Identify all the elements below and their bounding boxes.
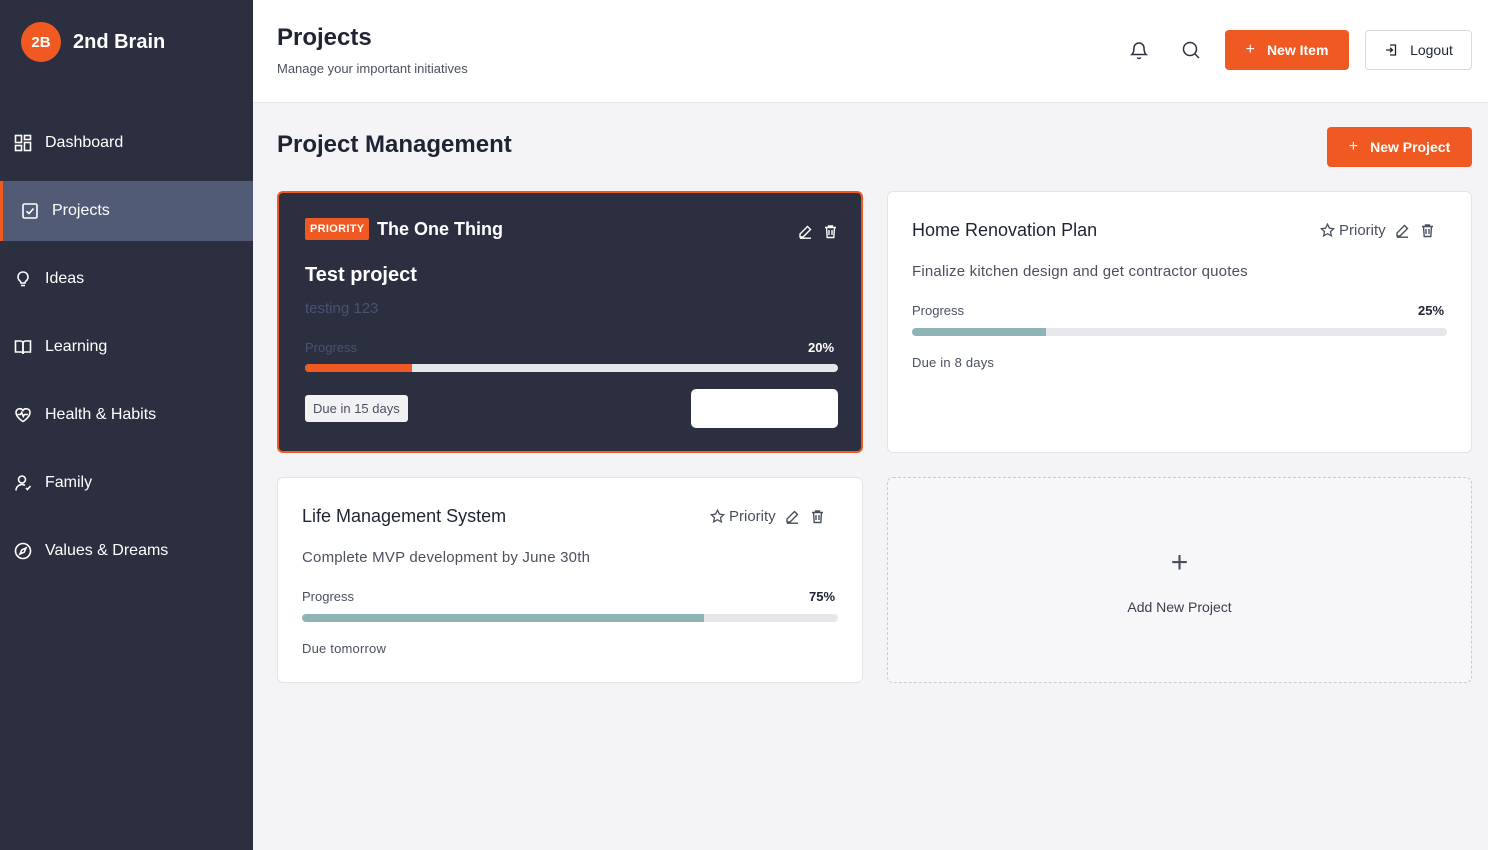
plus-icon: +	[1245, 41, 1255, 58]
priority-label: Priority	[1339, 222, 1386, 239]
section-title: Project Management	[277, 131, 512, 158]
progress-fill	[912, 328, 1046, 336]
page-subtitle: Manage your important initiatives	[277, 61, 468, 76]
progress-value: 75%	[809, 589, 836, 604]
sidebar-item-label: Ideas	[45, 270, 85, 287]
due-chip: Due in 15 days	[305, 395, 408, 422]
project-title: The One Thing	[377, 219, 503, 239]
search-icon[interactable]	[1180, 39, 1202, 61]
new-project-button[interactable]: + New Project	[1327, 127, 1472, 167]
sidebar-item-label: Family	[45, 474, 93, 491]
brand[interactable]: 2B 2nd Brain	[21, 22, 165, 62]
project-description: testing 123	[305, 300, 379, 317]
progress-label: Progress	[305, 340, 358, 355]
new-item-button[interactable]: + New Item	[1225, 30, 1349, 70]
sidebar-item-values[interactable]: Values & Dreams	[0, 521, 253, 581]
priority-label: Priority	[729, 508, 776, 525]
card-actions: Priority	[1320, 222, 1436, 239]
logout-button[interactable]: Logout	[1365, 30, 1472, 70]
logout-label: Logout	[1410, 42, 1453, 58]
new-project-label: New Project	[1370, 139, 1451, 155]
bell-icon[interactable]	[1128, 39, 1150, 61]
sidebar-nav: Dashboard Projects Ideas Learning Health…	[0, 113, 253, 589]
user-icon	[14, 474, 32, 492]
project-card-priority[interactable]: PRIORITY The One Thing Test project test…	[277, 191, 863, 453]
add-project-card[interactable]: + Add New Project	[887, 477, 1472, 683]
sidebar-item-projects[interactable]: Projects	[0, 181, 253, 241]
progress-bar	[912, 328, 1447, 336]
brand-logo: 2B	[21, 22, 61, 62]
progress-fill	[302, 614, 704, 622]
book-icon	[14, 338, 32, 356]
priority-toggle[interactable]: Priority	[1320, 222, 1386, 239]
lightbulb-icon	[14, 270, 32, 288]
priority-toggle[interactable]: Priority	[710, 508, 776, 525]
add-project-label: Add New Project	[1127, 599, 1232, 615]
due-text: Due in 8 days	[912, 355, 995, 370]
top-header: Projects Manage your important initiativ…	[253, 0, 1488, 103]
page-title: Projects	[277, 24, 372, 51]
brand-name: 2nd Brain	[73, 30, 166, 53]
sidebar: 2B 2nd Brain Dashboard Projects Ideas Le…	[0, 0, 253, 850]
edit-icon[interactable]	[1395, 223, 1411, 239]
card-action-box[interactable]	[691, 389, 838, 428]
trash-icon[interactable]	[822, 223, 838, 239]
star-icon	[710, 509, 725, 524]
sidebar-item-label: Dashboard	[45, 134, 124, 151]
progress-value: 20%	[808, 340, 835, 355]
trash-icon[interactable]	[810, 509, 826, 525]
sidebar-item-label: Values & Dreams	[45, 542, 169, 559]
progress-fill	[305, 364, 412, 372]
dashboard-icon	[14, 134, 32, 152]
sidebar-item-health[interactable]: Health & Habits	[0, 385, 253, 445]
progress-label: Progress	[302, 589, 355, 604]
star-icon	[1320, 223, 1335, 238]
plus-icon: +	[1170, 546, 1189, 579]
progress-label: Progress	[912, 303, 965, 318]
trash-icon[interactable]	[1420, 223, 1436, 239]
priority-badge: PRIORITY	[305, 218, 370, 240]
card-actions: Priority	[710, 508, 826, 525]
progress-value: 25%	[1418, 303, 1445, 318]
logout-icon	[1384, 43, 1398, 57]
project-description: Complete MVP development by June 30th	[302, 549, 591, 566]
due-text: Due tomorrow	[302, 641, 387, 656]
progress-bar	[302, 614, 838, 622]
project-card[interactable]: Home Renovation Plan Priority Finalize k…	[887, 191, 1472, 453]
checkbox-icon	[21, 202, 39, 220]
sidebar-item-family[interactable]: Family	[0, 453, 253, 513]
compass-icon	[14, 542, 32, 560]
edit-icon[interactable]	[785, 509, 801, 525]
new-item-label: New Item	[1266, 42, 1329, 58]
project-subtitle: Test project	[305, 264, 417, 286]
card-actions	[788, 223, 838, 239]
sidebar-item-ideas[interactable]: Ideas	[0, 249, 253, 309]
progress-bar	[305, 364, 838, 372]
project-title: Home Renovation Plan	[912, 220, 1098, 240]
project-description: Finalize kitchen design and get contract…	[912, 263, 1248, 280]
sidebar-item-label: Health & Habits	[45, 406, 157, 423]
plus-icon: +	[1348, 138, 1359, 155]
sidebar-item-label: Projects	[52, 202, 110, 219]
sidebar-item-dashboard[interactable]: Dashboard	[0, 113, 253, 173]
project-card[interactable]: Life Management System Priority Complete…	[277, 477, 863, 683]
sidebar-item-learning[interactable]: Learning	[0, 317, 253, 377]
project-title: Life Management System	[302, 506, 507, 526]
sidebar-item-label: Learning	[45, 338, 108, 355]
edit-icon[interactable]	[797, 223, 813, 239]
heart-pulse-icon	[14, 406, 32, 424]
